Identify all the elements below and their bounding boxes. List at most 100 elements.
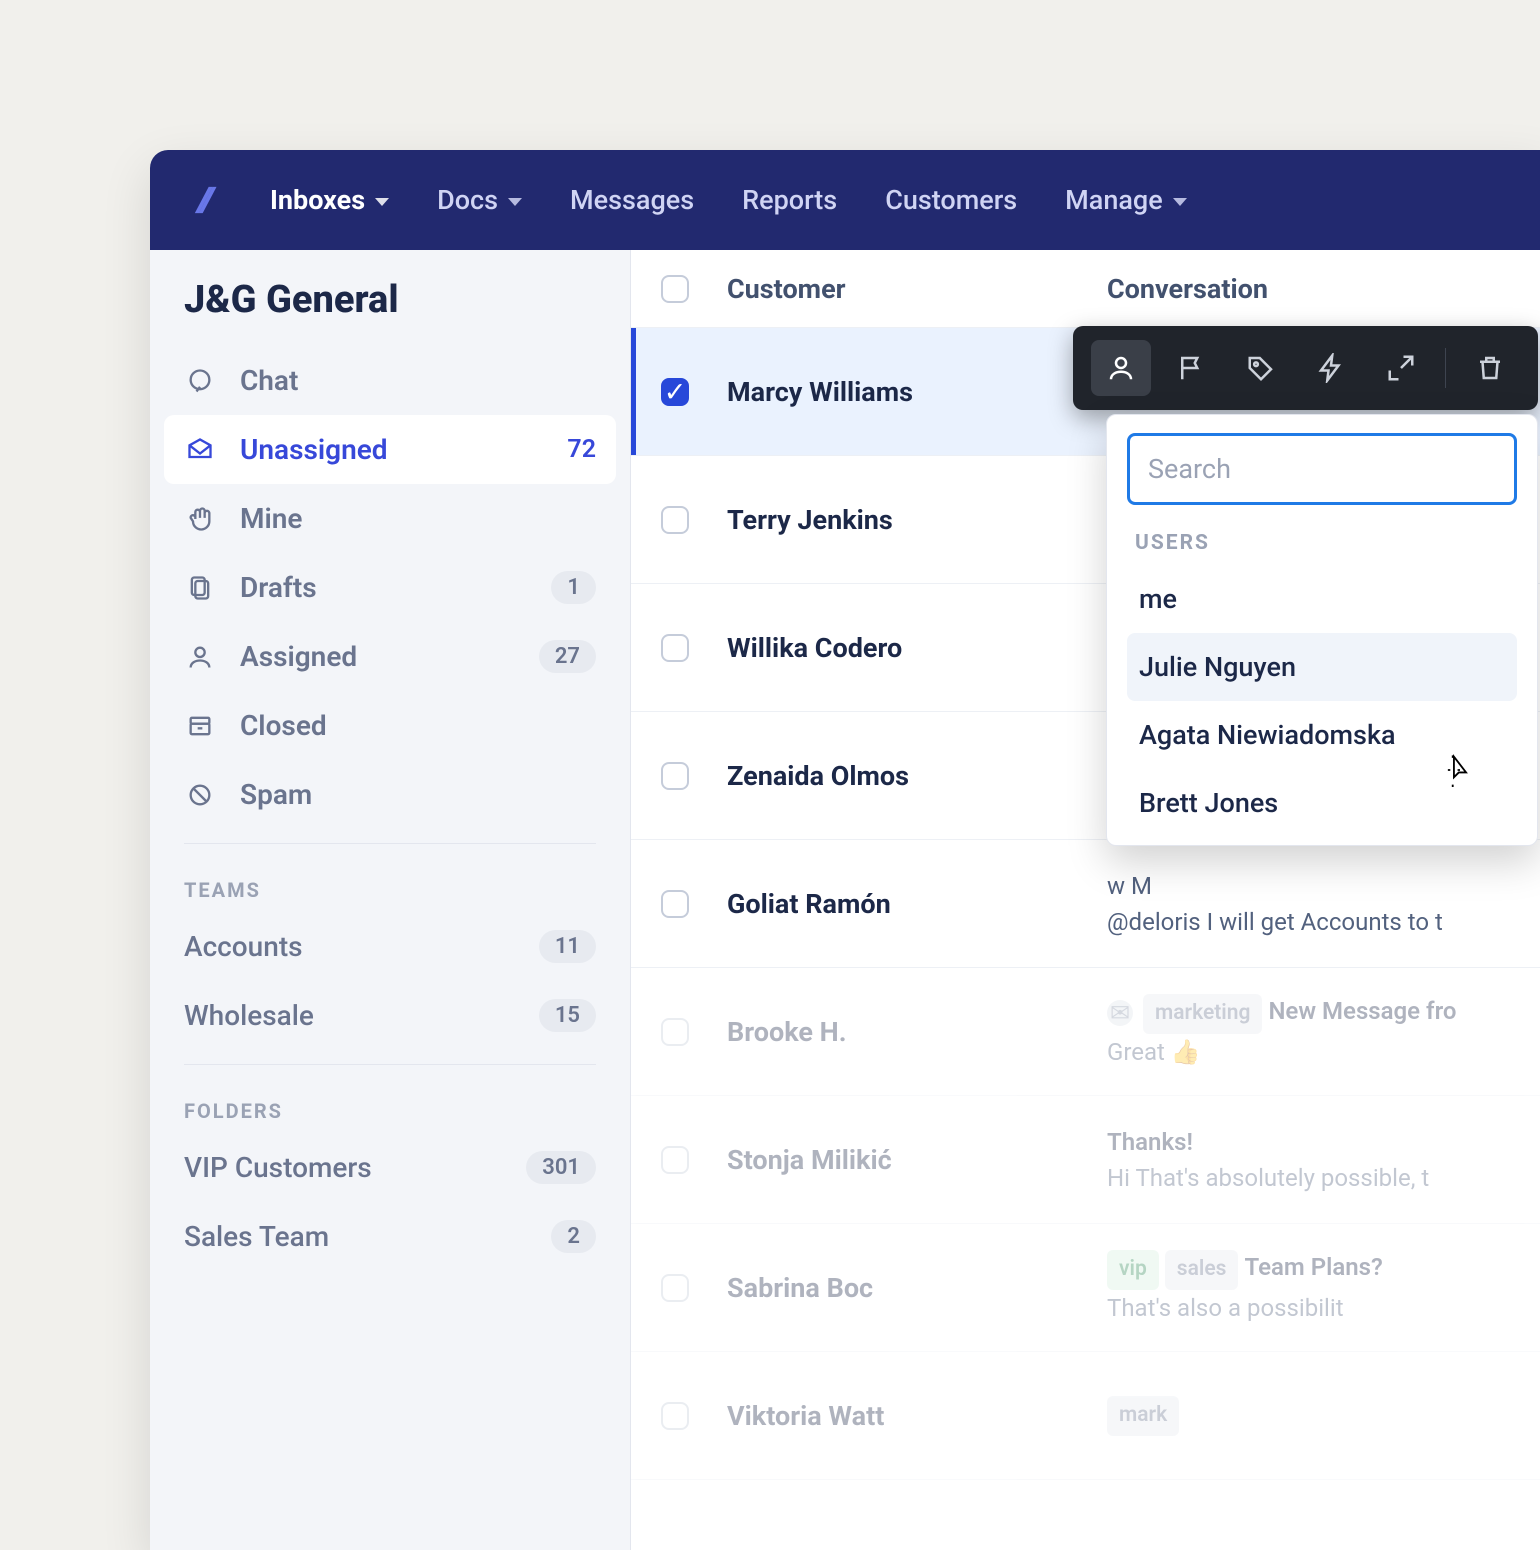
sidebar-item-unassigned[interactable]: Unassigned 72: [164, 415, 616, 484]
assign-option[interactable]: me: [1127, 565, 1517, 633]
tag: marketing: [1143, 994, 1262, 1034]
customer-name: Terry Jenkins: [727, 504, 1077, 536]
sidebar-item-assigned[interactable]: Assigned27: [150, 622, 630, 691]
chevron-down-icon: [375, 198, 389, 206]
sidebar-label: Assigned: [240, 640, 515, 673]
select-all-checkbox[interactable]: [661, 275, 689, 303]
label: Accounts: [184, 930, 515, 963]
count-pill: 11: [539, 930, 596, 963]
count-pill: 1: [551, 571, 596, 604]
drafts-icon: [184, 572, 216, 604]
row-checkbox[interactable]: [661, 1018, 689, 1046]
tag: sales: [1165, 1250, 1239, 1290]
sidebar-label: Mine: [240, 502, 596, 535]
sidebar-label: Unassigned: [240, 433, 543, 466]
assign-icon[interactable]: [1091, 340, 1151, 396]
flag-icon[interactable]: [1161, 340, 1221, 396]
table-row[interactable]: Stonja MilikićThanks!Hi That's absolutel…: [631, 1096, 1540, 1224]
assign-option[interactable]: Brett Jones: [1127, 769, 1517, 837]
divider: [184, 843, 596, 844]
row-checkbox[interactable]: [661, 634, 689, 662]
label: Wholesale: [184, 999, 515, 1032]
customer-name: Willika Codero: [727, 632, 1077, 664]
messenger-icon: ✉: [1107, 1000, 1133, 1026]
person-icon: [184, 641, 216, 673]
sidebar-label: Closed: [240, 709, 596, 742]
chevron-down-icon: [508, 198, 522, 206]
snippet: Hi That's absolutely possible, t: [1107, 1160, 1520, 1196]
assign-option[interactable]: Julie Nguyen: [1127, 633, 1517, 701]
customer-name: Stonja Milikić: [727, 1144, 1077, 1176]
table-row[interactable]: Sabrina BocvipsalesTeam Plans?That's als…: [631, 1224, 1540, 1352]
header-customer[interactable]: Customer: [727, 273, 1077, 305]
row-checkbox[interactable]: ✓: [661, 378, 689, 406]
row-checkbox[interactable]: [661, 890, 689, 918]
sidebar-label: Spam: [240, 778, 596, 811]
chevron-down-icon: [1173, 198, 1187, 206]
table-header: Customer Conversation: [631, 250, 1540, 328]
label: VIP Customers: [184, 1151, 502, 1184]
nav-docs[interactable]: Docs: [437, 184, 522, 216]
nav-inboxes[interactable]: Inboxes: [270, 184, 389, 216]
main: J&G General ChatUnassigned72MineDrafts1A…: [150, 250, 1540, 1550]
sidebar-item-mine[interactable]: Mine: [150, 484, 630, 553]
customer-name: Viktoria Watt: [727, 1400, 1077, 1432]
tag-icon[interactable]: [1231, 340, 1291, 396]
table-row[interactable]: Brooke H.✉marketingNew Message froGreat …: [631, 968, 1540, 1096]
snippet: That's also a possibilit: [1107, 1290, 1520, 1326]
sidebar-item-chat[interactable]: Chat: [150, 346, 630, 415]
row-checkbox[interactable]: [661, 506, 689, 534]
bolt-icon[interactable]: [1301, 340, 1361, 396]
count: 72: [567, 435, 596, 464]
count-pill: 301: [526, 1151, 596, 1184]
assign-option[interactable]: Agata Niewiadomska: [1127, 701, 1517, 769]
nav-messages[interactable]: Messages: [570, 184, 694, 216]
sidebar-label: Chat: [240, 364, 596, 397]
count-pill: 15: [539, 999, 596, 1032]
team-wholesale[interactable]: Wholesale 15: [150, 981, 630, 1050]
separator: [1445, 348, 1446, 388]
move-icon[interactable]: [1371, 340, 1431, 396]
block-icon: [184, 779, 216, 811]
row-checkbox[interactable]: [661, 1274, 689, 1302]
nav-customers[interactable]: Customers: [885, 184, 1017, 216]
customer-name: Goliat Ramón: [727, 888, 1077, 920]
top-nav: // InboxesDocsMessagesReportsCustomersMa…: [150, 150, 1540, 250]
action-bar: [1073, 326, 1538, 410]
folder-vip-customers[interactable]: VIP Customers 301: [150, 1133, 630, 1202]
row-checkbox[interactable]: [661, 1402, 689, 1430]
table-row[interactable]: Viktoria Watt mark: [631, 1352, 1540, 1480]
folders-heading: FOLDERS: [150, 1079, 630, 1133]
label: Sales Team: [184, 1220, 527, 1253]
tag: vip: [1107, 1250, 1159, 1290]
customer-name: Brooke H.: [727, 1016, 1077, 1048]
folder-sales-team[interactable]: Sales Team 2: [150, 1202, 630, 1271]
teams-heading: TEAMS: [150, 858, 630, 912]
app-window: // InboxesDocsMessagesReportsCustomersMa…: [150, 150, 1540, 1550]
nav-reports[interactable]: Reports: [742, 184, 837, 216]
table-row[interactable]: Goliat Ramón w M@deloris I will get Accou…: [631, 840, 1540, 968]
chat-icon: [184, 365, 216, 397]
snippet: w M@deloris I will get Accounts to t: [1107, 868, 1520, 940]
sidebar: J&G General ChatUnassigned72MineDrafts1A…: [150, 250, 630, 1550]
content: Customer Conversation ✓Marcy WilliamsHel…: [630, 250, 1540, 1550]
trash-icon[interactable]: [1460, 340, 1520, 396]
row-checkbox[interactable]: [661, 762, 689, 790]
sidebar-item-drafts[interactable]: Drafts1: [150, 553, 630, 622]
sidebar-item-closed[interactable]: Closed: [150, 691, 630, 760]
count-pill: 2: [551, 1220, 596, 1253]
row-checkbox[interactable]: [661, 1146, 689, 1174]
inbox-icon: [184, 434, 216, 466]
assign-dropdown: USERS meJulie NguyenAgata NiewiadomskaBr…: [1106, 414, 1538, 846]
nav-manage[interactable]: Manage: [1065, 184, 1187, 216]
header-conversation[interactable]: Conversation: [1077, 273, 1520, 305]
sidebar-item-spam[interactable]: Spam: [150, 760, 630, 829]
customer-name: Marcy Williams: [727, 376, 1077, 408]
inbox-title: J&G General: [150, 278, 630, 346]
tag: mark: [1107, 1396, 1179, 1436]
assign-search-input[interactable]: [1127, 433, 1517, 505]
customer-name: Sabrina Boc: [727, 1272, 1077, 1304]
snippet: Great 👍: [1107, 1034, 1520, 1070]
dropdown-users-heading: USERS: [1127, 505, 1517, 565]
team-accounts[interactable]: Accounts 11: [150, 912, 630, 981]
